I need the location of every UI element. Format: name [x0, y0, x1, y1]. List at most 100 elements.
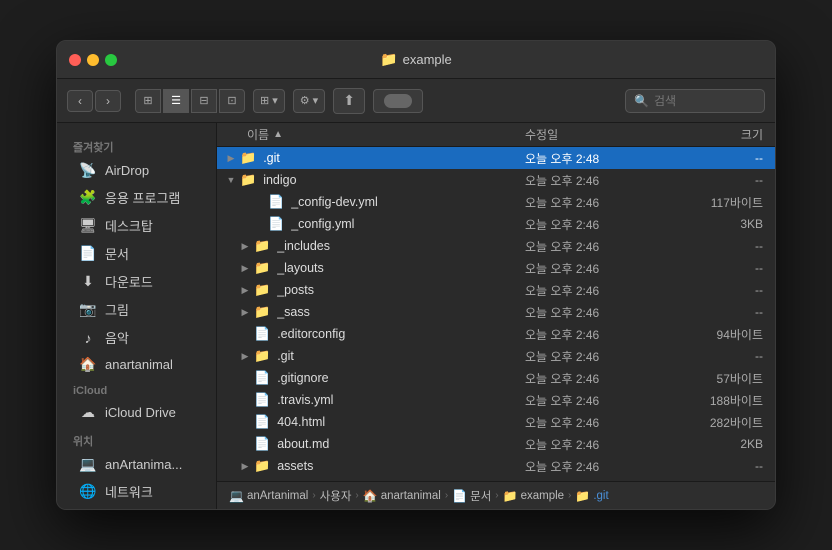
folder-icon: 📁	[254, 282, 270, 298]
doc-bc-icon: 📄	[452, 489, 467, 503]
icloud-label: iCloud	[57, 381, 216, 399]
table-row[interactable]: 📄 .editorconfig 오늘 오후 2:46 94바이트	[217, 323, 775, 345]
file-size-label: --	[685, 151, 775, 165]
close-button[interactable]	[69, 54, 81, 66]
view-options-dropdown[interactable]: ⊞ ▾	[253, 89, 285, 113]
gallery-view-button[interactable]: ⊡	[219, 89, 245, 113]
file-name-label: .git	[263, 151, 280, 165]
sort-arrow-icon: ▲	[273, 129, 283, 140]
file-name-label: .git	[277, 349, 294, 363]
maximize-button[interactable]	[105, 54, 117, 66]
icon-view-button[interactable]: ⊞	[135, 89, 161, 113]
bc-item-4[interactable]: 📁 example	[503, 489, 564, 503]
sidebar-item-label: 네트워크	[105, 482, 153, 501]
expand-arrow-icon: ▶	[239, 285, 251, 296]
bc-label-4: example	[521, 490, 564, 502]
file-date-label: 오늘 오후 2:46	[525, 260, 685, 277]
table-row[interactable]: ▼ 📁 indigo 오늘 오후 2:46 --	[217, 169, 775, 191]
documents-icon: 📄	[79, 245, 97, 262]
folder-icon: 📁	[254, 458, 270, 474]
table-row[interactable]: ▶ 📁 .git 오늘 오후 2:48 --	[217, 147, 775, 169]
file-date-label: 오늘 오후 2:46	[525, 172, 685, 189]
sidebar-item-pictures[interactable]: 📷 그림	[63, 296, 210, 323]
view-buttons: ⊞ ☰ ⊟ ⊡	[135, 89, 245, 113]
sidebar-item-location1[interactable]: 💻 anArtanima...	[63, 452, 210, 477]
sidebar-item-label: anartanimal	[105, 357, 173, 372]
chevron-down-icon2: ▾	[313, 94, 319, 107]
minimize-button[interactable]	[87, 54, 99, 66]
file-date-label: 오늘 오후 2:46	[525, 458, 685, 475]
bc-item-0[interactable]: 💻 anArtanimal	[229, 489, 308, 503]
file-name-label: _layouts	[277, 261, 324, 275]
sidebar-item-music[interactable]: ♪ 음악	[63, 324, 210, 351]
sidebar-item-airdrop[interactable]: 📡 AirDrop	[63, 158, 210, 183]
search-input[interactable]	[654, 94, 756, 108]
forward-button[interactable]: ›	[95, 90, 121, 112]
sidebar-item-anartanimal[interactable]: 🏠 anartanimal	[63, 352, 210, 377]
table-row[interactable]: 📄 .gitignore 오늘 오후 2:46 57바이트	[217, 367, 775, 389]
traffic-lights	[69, 54, 117, 66]
music-icon: ♪	[79, 330, 97, 346]
col-name-header[interactable]: 이름 ▲	[217, 126, 525, 143]
network-icon: 🌐	[79, 483, 97, 500]
sidebar-item-documents[interactable]: 📄 문서	[63, 240, 210, 267]
sidebar-item-network[interactable]: 🌐 네트워크	[63, 478, 210, 505]
table-row[interactable]: 📄 about.md 오늘 오후 2:46 2KB	[217, 433, 775, 455]
table-row[interactable]: ▶ 📁 _posts 오늘 오후 2:46 --	[217, 279, 775, 301]
table-row[interactable]: ▶ 📁 _sass 오늘 오후 2:46 --	[217, 301, 775, 323]
table-row[interactable]: 📄 404.html 오늘 오후 2:46 282바이트	[217, 411, 775, 433]
col-date-label: 수정일	[525, 128, 558, 142]
back-button[interactable]: ‹	[67, 90, 93, 112]
sidebar-item-apps[interactable]: 🧩 응용 프로그램	[63, 184, 210, 211]
folder-icon: 📁	[254, 238, 270, 254]
table-row[interactable]: ▶ 📁 _includes 오늘 오후 2:46 --	[217, 235, 775, 257]
file-date-label: 오늘 오후 2:46	[525, 326, 685, 343]
title-label: example	[403, 52, 452, 67]
bc-item-1[interactable]: 사용자	[320, 488, 352, 504]
file-date-label: 오늘 오후 2:46	[525, 282, 685, 299]
file-size-label: 117바이트	[685, 194, 775, 211]
search-icon: 🔍	[634, 94, 649, 108]
table-row[interactable]: 📄 _config.yml 오늘 오후 2:46 3KB	[217, 213, 775, 235]
sidebar-item-label: 그림	[105, 300, 129, 319]
search-box[interactable]: 🔍	[625, 89, 765, 113]
actions-dropdown[interactable]: ⚙ ▾	[293, 89, 325, 113]
file-md-icon: 📄	[254, 436, 270, 452]
finder-window: 📁 example ‹ › ⊞ ☰ ⊟ ⊡ ⊞ ▾ ⚙ ▾ ⬆	[56, 40, 776, 510]
sidebar-item-downloads[interactable]: ⬇ 다운로드	[63, 268, 210, 295]
file-date-label: 오늘 오후 2:46	[525, 304, 685, 321]
col-size-header[interactable]: 크기	[685, 126, 775, 143]
col-date-header[interactable]: 수정일	[525, 126, 685, 143]
table-row[interactable]: 📄 .travis.yml 오늘 오후 2:46 188바이트	[217, 389, 775, 411]
file-size-label: --	[685, 349, 775, 363]
breadcrumb: 💻 anArtanimal › 사용자 › 🏠 anartanimal › 📄 …	[217, 481, 775, 509]
sidebar-item-icloud[interactable]: ☁ iCloud Drive	[63, 400, 210, 425]
bc-item-3[interactable]: 📄 문서	[452, 488, 491, 504]
list-view-button[interactable]: ☰	[163, 89, 189, 113]
git-bc-icon: 📁	[575, 489, 590, 503]
file-date-label: 오늘 오후 2:46	[525, 348, 685, 365]
window-title: 📁 example	[380, 51, 452, 68]
expand-arrow-icon: ▶	[239, 461, 251, 472]
sidebar-item-label: 문서	[105, 244, 129, 263]
table-row[interactable]: ▶ 📁 _layouts 오늘 오후 2:46 --	[217, 257, 775, 279]
sidebar-item-label: 데스크탑	[105, 216, 153, 235]
file-name-label: about.md	[277, 437, 329, 451]
share-button[interactable]: ⬆	[333, 88, 365, 114]
column-view-button[interactable]: ⊟	[191, 89, 217, 113]
downloads-icon: ⬇	[79, 273, 97, 290]
tag-button[interactable]	[373, 89, 423, 113]
file-date-label: 오늘 오후 2:46	[525, 414, 685, 431]
bc-item-2[interactable]: 🏠 anartanimal	[363, 489, 441, 503]
table-row[interactable]: 📄 _config-dev.yml 오늘 오후 2:46 117바이트	[217, 191, 775, 213]
bc-item-5[interactable]: 📁 .git	[575, 489, 608, 503]
table-row[interactable]: ▶ 📁 assets 오늘 오후 2:46 --	[217, 455, 775, 477]
table-row[interactable]: ▶ 📁 .git 오늘 오후 2:46 --	[217, 345, 775, 367]
bc-label-1: 사용자	[320, 488, 352, 504]
file-yaml-icon: 📄	[268, 194, 284, 210]
sidebar-item-label: anArtanima...	[105, 457, 182, 472]
sidebar-item-desktop[interactable]: 🖥 데스크탑	[63, 212, 210, 239]
file-date-label: 오늘 오후 2:46	[525, 216, 685, 233]
file-name-label: _config-dev.yml	[291, 195, 378, 209]
sidebar-item-label: AirDrop	[105, 163, 149, 178]
